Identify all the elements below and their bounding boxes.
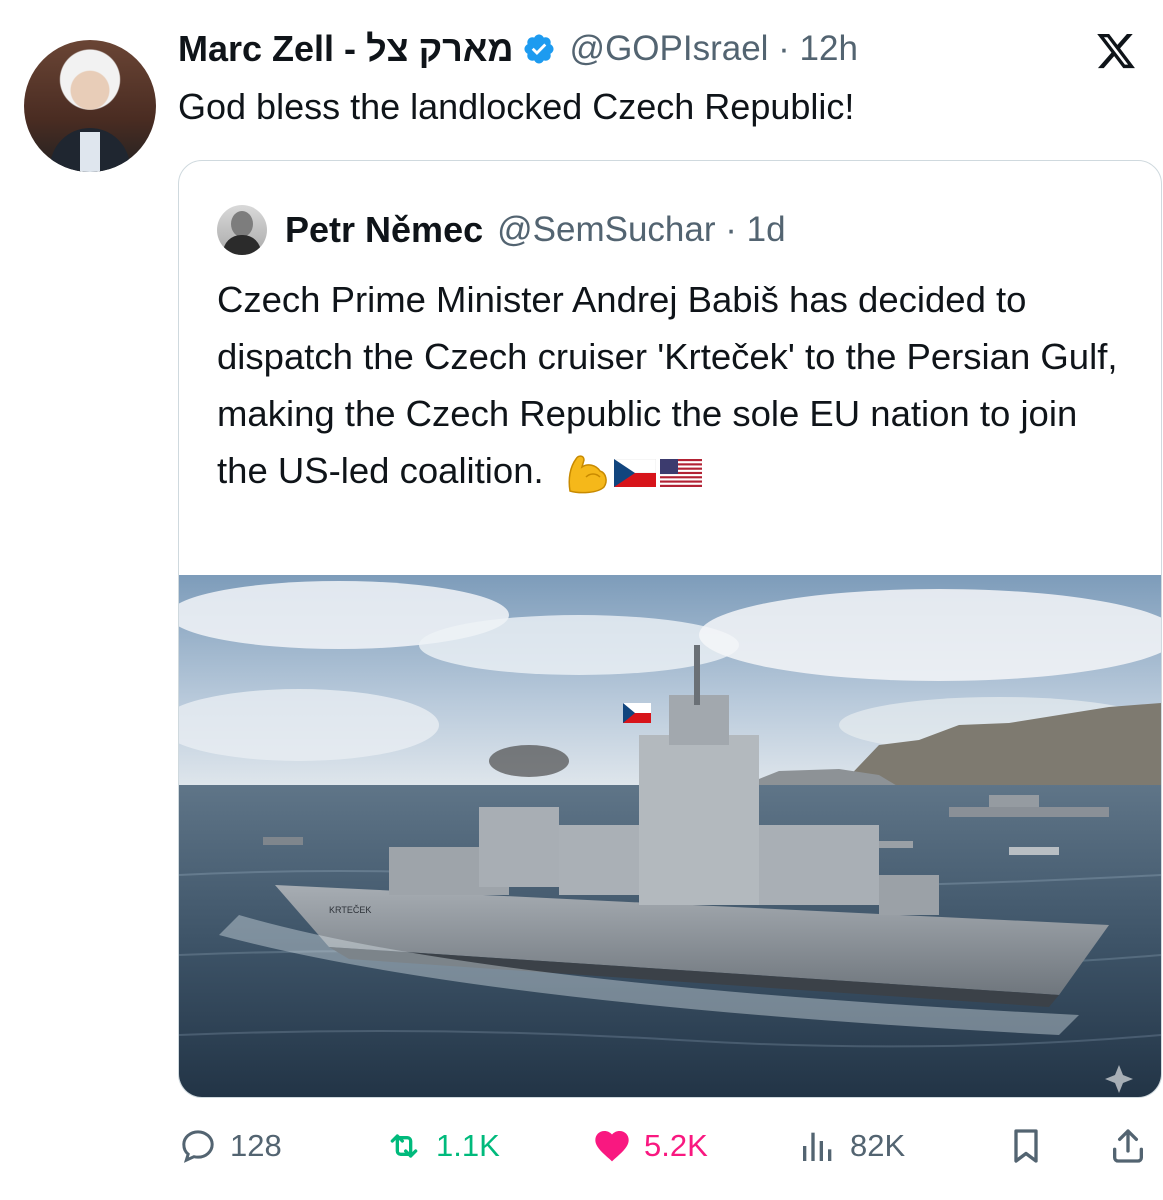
czech-flag-icon [613, 459, 656, 488]
views-icon [803, 1132, 832, 1161]
reply-button[interactable]: 128 [178, 1118, 282, 1174]
flexed-biceps-icon [568, 455, 607, 494]
author-name[interactable]: Marc Zell - מארק צל [178, 28, 514, 70]
views-count: 82K [850, 1128, 906, 1163]
verified-badge-icon [524, 34, 554, 64]
share-icon [1113, 1129, 1143, 1163]
quoted-author-handle-time[interactable]: @SemSuchar · 1d [497, 210, 785, 250]
repost-button[interactable]: 1.1K [384, 1118, 500, 1174]
tweet-header: Marc Zell - מארק צל @GOPIsrael · 12h [178, 26, 858, 72]
repost-count: 1.1K [436, 1128, 500, 1163]
quoted-tweet-card[interactable]: Petr Němec @SemSuchar · 1d Czech Prime M… [178, 160, 1162, 1098]
quoted-avatar-body [223, 235, 261, 255]
bookmark-button[interactable] [1006, 1118, 1046, 1174]
heart-icon [595, 1131, 629, 1162]
like-button[interactable]: 5.2K [592, 1118, 708, 1174]
quoted-emojis [564, 451, 702, 495]
views-button[interactable]: 82K [798, 1118, 905, 1174]
author-handle-time[interactable]: @GOPIsrael · 12h [570, 29, 858, 69]
quoted-author-name[interactable]: Petr Němec [285, 209, 483, 251]
bookmark-icon [1014, 1129, 1038, 1163]
x-logo-icon[interactable] [1095, 30, 1137, 72]
warship-photo[interactable]: KRTEČEK [179, 575, 1161, 1097]
us-flag-icon [659, 459, 702, 488]
hull-name-text: KRTEČEK [329, 905, 371, 915]
repost-icon [390, 1134, 418, 1158]
quoted-author-avatar[interactable] [217, 205, 267, 255]
author-avatar[interactable] [24, 40, 156, 172]
share-button[interactable] [1108, 1118, 1148, 1174]
quoted-tweet-text-block: Czech Prime Minister Andrej Babiš has de… [217, 271, 1137, 499]
tweet-text: God bless the landlocked Czech Republic! [178, 86, 855, 127]
reply-icon [182, 1130, 214, 1163]
quoted-avatar-head [231, 211, 253, 237]
reply-count: 128 [230, 1128, 282, 1163]
tweet-action-bar: 128 1.1K 5.2K 82K [0, 1118, 1163, 1174]
avatar-shirt [80, 132, 100, 172]
quoted-tweet-header: Petr Němec @SemSuchar · 1d [217, 205, 786, 255]
like-count: 5.2K [644, 1128, 708, 1163]
